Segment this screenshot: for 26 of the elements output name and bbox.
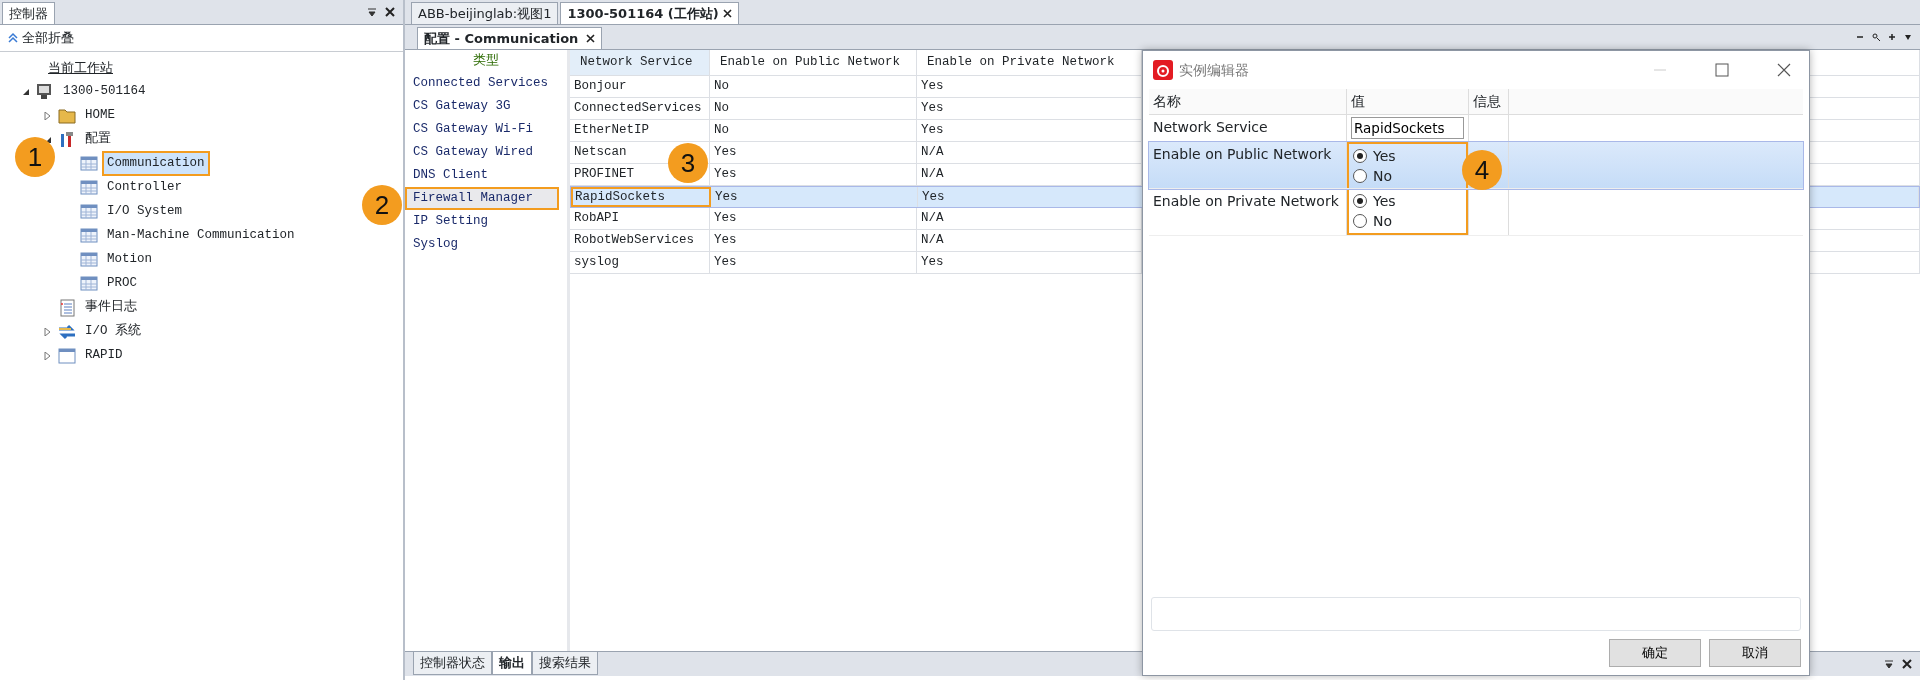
table-cell: RapidSockets [571, 187, 711, 207]
table-cell: Bonjour [570, 76, 710, 97]
table-cell: Yes [711, 187, 918, 207]
table-cell: No [710, 120, 917, 141]
table-cell: Yes [710, 142, 917, 163]
table-cell: syslog [570, 252, 710, 273]
table-cell: RobotWebServices [570, 230, 710, 251]
step-marker: 2 [362, 185, 402, 225]
property-name: Enable on Private Network [1149, 189, 1347, 236]
table-cell: Yes [710, 252, 917, 273]
table-cell: RobAPI [570, 208, 710, 229]
table-cell: No [710, 98, 917, 119]
column-header: 类型 [472, 51, 500, 69]
column-header: 信息 [1469, 89, 1509, 114]
column-header: 值 [1347, 89, 1469, 114]
table-cell: Yes [710, 230, 917, 251]
table-cell: EtherNetIP [570, 120, 710, 141]
table-cell: Yes [710, 208, 917, 229]
step-marker: 1 [15, 137, 55, 177]
workstation-heading: 当前工作站 [48, 58, 113, 77]
column-header: 名称 [1149, 89, 1347, 114]
window-title: 实例编辑器 [1179, 60, 1249, 80]
table-cell: ConnectedServices [570, 98, 710, 119]
table-cell: Yes [710, 164, 917, 185]
table-cell: No [710, 76, 917, 97]
property-name: Enable on Public Network [1149, 142, 1347, 189]
